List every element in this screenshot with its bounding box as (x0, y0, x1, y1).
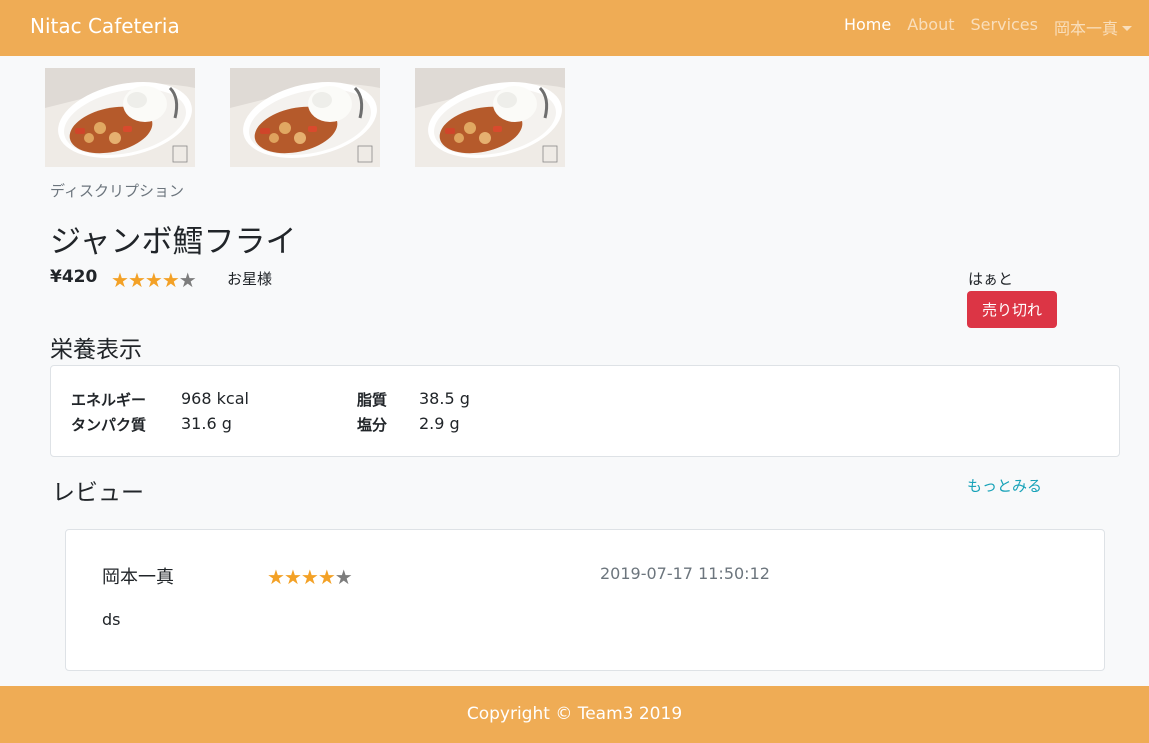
star-filled-icon: ★ (267, 565, 285, 589)
copyright-text: Copyright © Team3 2019 (466, 704, 683, 724)
caret-down-icon (1122, 26, 1132, 31)
review-author: 岡本一真 (102, 567, 174, 588)
sold-out-button[interactable]: 売り切れ (967, 291, 1057, 328)
star-filled-icon: ★ (111, 268, 129, 292)
navbar: Nitac Cafeteria Home About Services 岡本一真 (0, 0, 1149, 56)
item-image-3[interactable] (415, 68, 565, 167)
star-filled-icon: ★ (161, 268, 180, 292)
brand-link[interactable]: Nitac Cafeteria (30, 14, 180, 38)
footer: Copyright © Team3 2019 (0, 686, 1149, 743)
user-menu-dropdown[interactable]: 岡本一真 (1054, 15, 1132, 39)
more-reviews-link[interactable]: もっとみる (967, 475, 1042, 496)
review-card: 岡本一真 ★★★★★ 2019-07-17 11:50:12 ds (65, 529, 1105, 671)
description-label: ディスクリプション (50, 182, 184, 200)
rating-label: お星様 (227, 270, 273, 288)
nutrition-label-energy: エネルギー (71, 391, 147, 409)
review-body: ds (102, 610, 121, 629)
item-price: ¥420 (50, 267, 98, 287)
nutrition-value-fat: 38.5 g (419, 389, 470, 408)
star-filled-icon: ★ (144, 268, 163, 292)
seller-name: はぁと (968, 270, 1014, 288)
nutrition-value-protein: 31.6 g (181, 414, 232, 433)
nutrition-label-protein: タンパク質 (71, 416, 147, 434)
star-empty-icon: ★ (178, 268, 197, 292)
user-menu-label: 岡本一真 (1053, 19, 1118, 38)
item-title: ジャンボ鱈フライ (50, 224, 297, 260)
nutrition-heading: 栄養表示 (50, 337, 142, 363)
item-image-2[interactable] (230, 68, 380, 167)
nutrition-label-fat: 脂質 (357, 391, 388, 409)
nav-home[interactable]: Home (844, 15, 891, 39)
star-filled-icon: ★ (127, 268, 146, 292)
star-empty-icon: ★ (334, 565, 353, 589)
nav-services[interactable]: Services (971, 15, 1038, 39)
review-date: 2019-07-17 11:50:12 (600, 564, 770, 583)
curry-photo-icon (230, 68, 380, 167)
curry-photo-icon (415, 68, 565, 167)
nutrition-card: エネルギー 968 kcal タンパク質 31.6 g 脂質 38.5 g 塩分… (50, 365, 1120, 457)
star-filled-icon: ★ (300, 565, 319, 589)
nutrition-value-salt: 2.9 g (419, 414, 460, 433)
star-filled-icon: ★ (317, 565, 336, 589)
nav-links: Home About Services 岡本一真 (828, 15, 1132, 39)
review-heading: レビュー (52, 480, 144, 506)
curry-photo-icon (45, 68, 195, 167)
nutrition-label-salt: 塩分 (357, 416, 388, 434)
nav-about[interactable]: About (907, 15, 954, 39)
item-rating-stars: ★★★★★ (111, 268, 197, 292)
review-rating-stars: ★★★★★ (267, 565, 353, 589)
nutrition-value-energy: 968 kcal (181, 389, 249, 408)
item-image-1[interactable] (45, 68, 195, 167)
star-filled-icon: ★ (283, 565, 302, 589)
